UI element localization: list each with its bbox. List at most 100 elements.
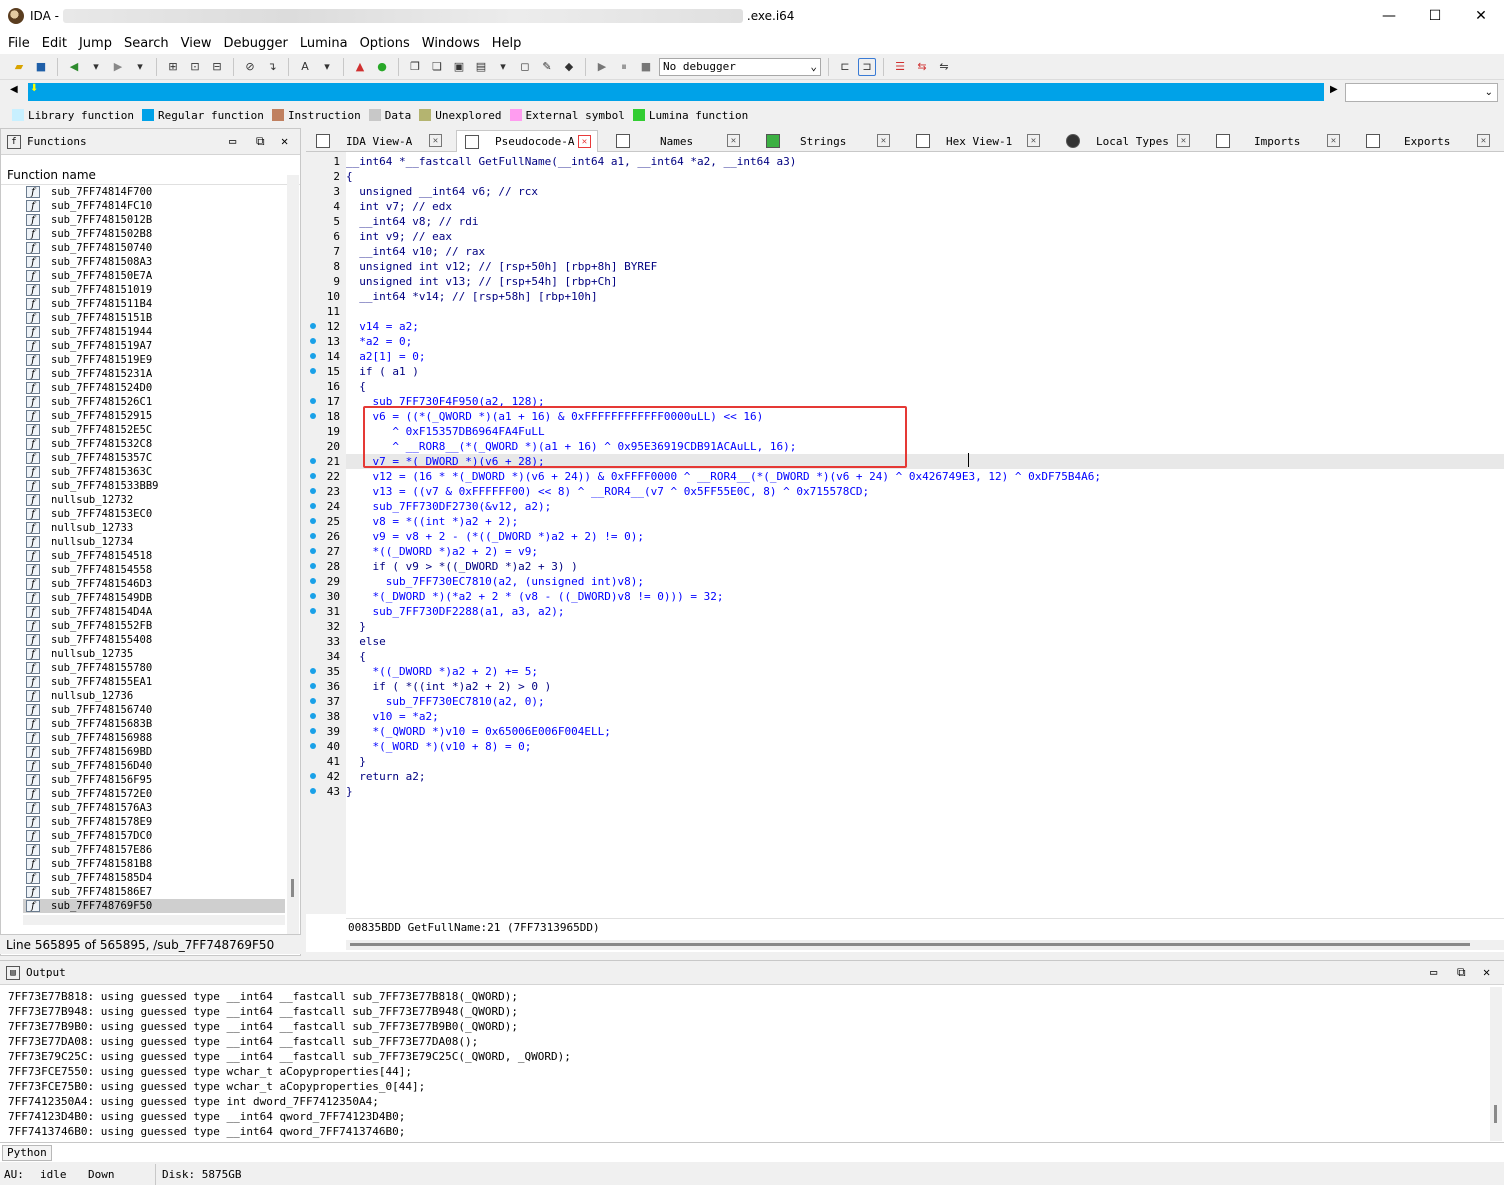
code-line[interactable]: { (346, 379, 366, 394)
segments-icon[interactable]: ❐ (406, 58, 424, 76)
panel-close-icon[interactable]: ✕ (1483, 965, 1490, 979)
function-list-item[interactable]: f sub_7FF7481572E0 (23, 787, 285, 801)
code-line[interactable]: if ( v9 > *((_DWORD *)a2 + 3) ) (346, 559, 577, 574)
breakpoint-dot-icon[interactable] (310, 668, 316, 674)
breakpoint-dot-icon[interactable] (310, 773, 316, 779)
menu-help[interactable]: Help (488, 36, 530, 51)
open-folder-icon[interactable]: ▰ (10, 58, 28, 76)
code-line[interactable]: int v7; // edx (346, 199, 452, 214)
code-line[interactable]: return a2; (346, 769, 425, 784)
function-list-item[interactable]: f nullsub_12734 (23, 535, 285, 549)
nav-left-arrow-icon[interactable]: ◀ (10, 84, 18, 95)
tab-exports[interactable]: Exports ✕ (1358, 130, 1496, 152)
back-dropdown-icon[interactable]: ▾ (87, 58, 105, 76)
tab-close-icon[interactable]: ✕ (1177, 134, 1190, 147)
menu-debugger[interactable]: Debugger (219, 36, 295, 51)
menu-lumina[interactable]: Lumina (296, 36, 356, 51)
function-list-item[interactable]: f sub_7FF7481526C1 (23, 395, 285, 409)
debugger-select[interactable]: No debugger ⌄ (659, 57, 821, 76)
diamond-icon[interactable]: ◆ (560, 58, 578, 76)
code-line[interactable]: *(_DWORD *)(*a2 + 2 * (v8 - ((_DWORD)v8 … (346, 589, 723, 604)
breakpoint-dot-icon[interactable] (310, 713, 316, 719)
code-line[interactable]: *((_DWORD *)a2 + 2) += 5; (346, 664, 538, 679)
menu-search[interactable]: Search (120, 36, 177, 51)
tab-close-icon[interactable]: ✕ (1477, 134, 1490, 147)
scrollbar-thumb[interactable] (1494, 1105, 1497, 1123)
code-line[interactable]: sub_7FF730DF2730(&v12, a2); (346, 499, 551, 514)
code-line[interactable]: sub_7FF730EC7810(a2, 0); (346, 694, 545, 709)
panel-maximize-icon[interactable]: ▭ (1430, 965, 1437, 979)
code-line[interactable]: { (346, 169, 353, 184)
patch-icon[interactable]: ✎ (538, 58, 556, 76)
breakpoint-dot-icon[interactable] (310, 458, 316, 464)
function-list-item[interactable]: f sub_7FF7481585D4 (23, 871, 285, 885)
function-list-item[interactable]: f sub_7FF748157DC0 (23, 829, 285, 843)
breakpoint-dot-icon[interactable] (310, 473, 316, 479)
function-list-item[interactable]: f sub_7FF7481546D3 (23, 577, 285, 591)
breakpoint-delete-icon[interactable]: ⇋ (935, 58, 953, 76)
function-list-item[interactable]: f sub_7FF748769F50 (23, 899, 285, 913)
code-line[interactable]: v9 = v8 + 2 - (*((_DWORD *)a2 + 2) != 0)… (346, 529, 644, 544)
function-list-item[interactable]: f sub_7FF74815683B (23, 717, 285, 731)
code-line[interactable]: else (346, 634, 386, 649)
function-list-item[interactable]: f sub_7FF748156740 (23, 703, 285, 717)
function-list-item[interactable]: f sub_7FF74814F700 (23, 185, 285, 199)
function-list-item[interactable]: f sub_7FF7481578E9 (23, 815, 285, 829)
function-list-item[interactable]: f sub_7FF74815151B (23, 311, 285, 325)
breakpoint-dot-icon[interactable] (310, 503, 316, 509)
back-arrow-icon[interactable]: ◀ (65, 58, 83, 76)
enums-icon[interactable]: ▤ (472, 58, 490, 76)
toggle-active-icon[interactable]: ⊐ (858, 57, 876, 76)
breakpoint-list-icon[interactable]: ☰ (891, 58, 909, 76)
output-log[interactable]: 7FF73E77B818: using guessed type __int64… (8, 989, 1488, 1139)
breakpoint-dot-icon[interactable] (310, 323, 316, 329)
stop-debug-icon[interactable]: ■ (637, 58, 655, 76)
function-list-item[interactable]: f sub_7FF74815012B (23, 213, 285, 227)
function-list-item[interactable]: f sub_7FF7481552FB (23, 619, 285, 633)
function-list-item[interactable]: f sub_7FF7481519A7 (23, 339, 285, 353)
function-list-item[interactable]: f sub_7FF7481581B8 (23, 857, 285, 871)
code-line[interactable]: unsigned int v12; // [rsp+50h] [rbp+8h] … (346, 259, 657, 274)
binary-icon[interactable]: ⊟ (208, 58, 226, 76)
function-list-item[interactable]: f sub_7FF748156988 (23, 731, 285, 745)
function-list-item[interactable]: f sub_7FF7481519E9 (23, 353, 285, 367)
structures-icon[interactable]: ▣ (450, 58, 468, 76)
forward-dropdown-icon[interactable]: ▾ (131, 58, 149, 76)
function-list-item[interactable]: f sub_7FF7481532C8 (23, 437, 285, 451)
function-list-item[interactable]: f sub_7FF7481502B8 (23, 227, 285, 241)
code-line[interactable]: v13 = ((v7 & 0xFFFFFF00) << 8) ^ __ROR4_… (346, 484, 869, 499)
tab-hex-view-1[interactable]: Hex View-1 ✕ (908, 130, 1046, 152)
code-icon[interactable]: ⊞ (164, 58, 182, 76)
code-line[interactable]: } (346, 754, 366, 769)
navigation-bar[interactable]: ⬇ (28, 83, 1324, 101)
function-list-item[interactable]: f sub_7FF748154558 (23, 563, 285, 577)
output-scrollbar[interactable] (1490, 987, 1502, 1141)
code-line[interactable]: v12 = (16 * *(_DWORD *)(v6 + 24)) & 0xFF… (346, 469, 1101, 484)
breakpoint-dot-icon[interactable] (310, 698, 316, 704)
scrollbar-thumb[interactable] (291, 879, 294, 897)
code-line[interactable]: a2[1] = 0; (346, 349, 425, 364)
code-line[interactable]: v8 = *((int *)a2 + 2); (346, 514, 518, 529)
text-icon[interactable]: ⊡ (186, 58, 204, 76)
function-list-item[interactable]: f sub_7FF7481508A3 (23, 255, 285, 269)
function-list-item[interactable]: f sub_7FF74815357C (23, 451, 285, 465)
tab-close-icon[interactable]: ✕ (578, 135, 591, 148)
function-list-item[interactable]: f sub_7FF748154518 (23, 549, 285, 563)
function-list-item[interactable]: f sub_7FF748150740 (23, 241, 285, 255)
menu-jump[interactable]: Jump (75, 36, 120, 51)
breakpoint-dot-icon[interactable] (310, 563, 316, 569)
toggle-icon[interactable]: ⊏ (836, 58, 854, 76)
panel-float-icon[interactable]: ⧉ (1457, 965, 1466, 980)
breakpoint-dot-icon[interactable] (310, 368, 316, 374)
scrollbar-thumb[interactable] (350, 943, 1470, 946)
code-line[interactable]: sub_7FF730DF2288(a1, a3, a2); (346, 604, 564, 619)
breakpoint-dot-icon[interactable] (310, 518, 316, 524)
nav-combo[interactable]: ⌄ (1345, 83, 1498, 102)
tab-ida-view-a[interactable]: IDA View-A ✕ (308, 130, 448, 152)
string-icon[interactable]: A (296, 58, 314, 76)
function-list-item[interactable]: f nullsub_12733 (23, 521, 285, 535)
function-list-item[interactable]: f nullsub_12735 (23, 647, 285, 661)
functions-icon[interactable]: ❏ (428, 58, 446, 76)
function-list-item[interactable]: f sub_7FF7481569BD (23, 745, 285, 759)
function-list-item[interactable]: f sub_7FF748154D4A (23, 605, 285, 619)
